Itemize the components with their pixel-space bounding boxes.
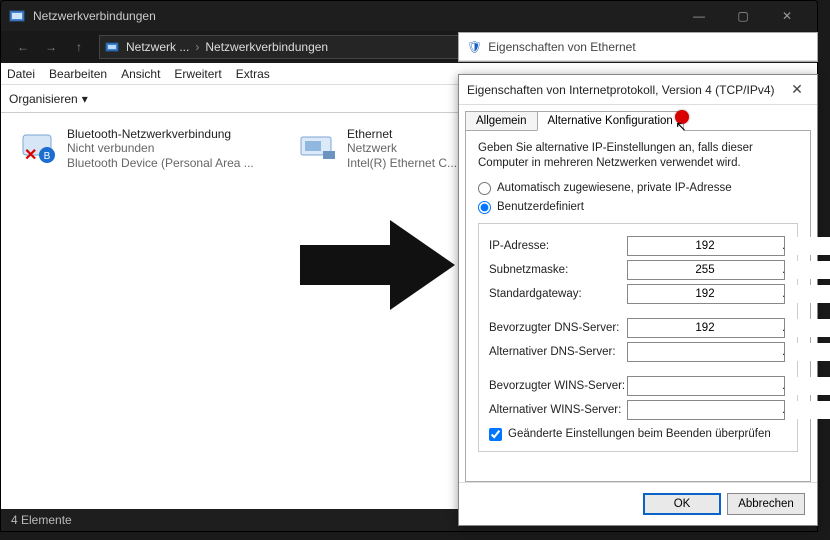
row-subnet: Subnetzmaske: . . . [489, 260, 787, 280]
row-ip: IP-Adresse: . . . [489, 236, 787, 256]
radio-auto-input[interactable] [478, 182, 491, 195]
adapter-bluetooth[interactable]: B✕ Bluetooth-Netzwerkverbindung Nicht ve… [11, 121, 291, 176]
window-title: Netzwerkverbindungen [33, 9, 156, 23]
menu-view[interactable]: Ansicht [121, 67, 160, 81]
label-subnet: Subnetzmaske: [489, 264, 627, 276]
tab-general[interactable]: Allgemein [465, 111, 538, 131]
tab-strip: Allgemein Alternative Konfiguration ↖ Ge… [459, 105, 817, 482]
label-wins1: Bevorzugter WINS-Server: [489, 380, 627, 392]
row-wins-preferred: Bevorzugter WINS-Server: . . . [489, 376, 787, 396]
window-controls: — ▢ ✕ [677, 1, 809, 31]
adapter-details: Ethernet Netzwerk Intel(R) Ethernet C... [347, 127, 457, 170]
label-ip: IP-Adresse: [489, 240, 627, 252]
close-button[interactable]: ✕ [785, 81, 809, 98]
label-dns2: Alternativer DNS-Server: [489, 346, 627, 358]
dns-preferred-input[interactable]: . . . [627, 318, 785, 338]
gateway-input[interactable]: . . . [627, 284, 785, 304]
radio-user-input[interactable] [478, 201, 491, 214]
network-settings-icon [9, 8, 25, 24]
titlebar: Netzwerkverbindungen — ▢ ✕ [1, 1, 817, 31]
close-button[interactable]: ✕ [765, 1, 809, 31]
ip-group: IP-Adresse: . . . Subnetzmaske: . . . [478, 223, 798, 452]
adapter-status: Nicht verbunden [67, 141, 254, 155]
validate-on-exit[interactable]: Geänderte Einstellungen beim Beenden übe… [489, 428, 787, 441]
ethernet-properties-window: 🛡 Eigenschaften von Ethernet [458, 32, 818, 62]
adapter-device: Intel(R) Ethernet C... [347, 156, 457, 170]
status-text: 4 Elemente [11, 513, 72, 527]
maximize-button[interactable]: ▢ [721, 1, 765, 31]
d1-oct2[interactable] [785, 319, 830, 337]
ethernet-props-titlebar: 🛡 Eigenschaften von Ethernet [459, 33, 817, 61]
subnet-mask-input[interactable]: . . . [627, 260, 785, 280]
shield-icon: 🛡 [467, 40, 482, 54]
wins-alt-input[interactable]: . . . [627, 400, 785, 420]
panel-description: Geben Sie alternative IP-Einstellungen a… [478, 141, 798, 171]
radio-user-label: Benutzerdefiniert [497, 201, 584, 213]
w1-oct1[interactable] [628, 377, 782, 395]
sn-oct1[interactable] [628, 261, 782, 279]
back-button[interactable]: ← [9, 35, 37, 59]
dns-alt-input[interactable]: . . . [627, 342, 785, 362]
row-dns-alt: Alternativer DNS-Server: . . . [489, 342, 787, 362]
ip-oct1[interactable] [628, 237, 782, 255]
adapter-device: Bluetooth Device (Personal Area ... [67, 156, 254, 170]
cancel-button[interactable]: Abbrechen [727, 493, 805, 515]
d1-oct1[interactable] [628, 319, 782, 337]
w2-oct1[interactable] [628, 401, 782, 419]
chevron-down-icon: ▾ [82, 92, 88, 106]
crumb-2[interactable]: Netzwerkverbindungen [205, 40, 328, 54]
row-gateway: Standardgateway: . . . [489, 284, 787, 304]
ethernet-props-title: Eigenschaften von Ethernet [488, 40, 635, 54]
up-button[interactable]: ↑ [65, 35, 93, 59]
gw-oct2[interactable] [785, 285, 830, 303]
organize-label: Organisieren [9, 92, 78, 106]
svg-text:B: B [44, 151, 51, 162]
row-dns-preferred: Bevorzugter DNS-Server: . . . [489, 318, 787, 338]
bluetooth-adapter-icon: B✕ [17, 127, 59, 169]
menu-extras[interactable]: Extras [236, 67, 270, 81]
tab-alt-label: Alternative Konfiguration [548, 115, 673, 127]
ip-address-input[interactable]: . . . [627, 236, 785, 256]
sn-oct2[interactable] [785, 261, 830, 279]
w1-oct2[interactable] [785, 377, 830, 395]
label-dns1: Bevorzugter DNS-Server: [489, 322, 627, 334]
dialog-title: Eigenschaften von Internetprotokoll, Ver… [467, 83, 775, 97]
ipv4-properties-dialog: Eigenschaften von Internetprotokoll, Ver… [458, 74, 818, 526]
forward-button[interactable]: → [37, 35, 65, 59]
adapter-title: Ethernet [347, 127, 457, 141]
validate-label: Geänderte Einstellungen beim Beenden übe… [508, 428, 771, 440]
radio-auto-label: Automatisch zugewiesene, private IP-Adre… [497, 182, 732, 194]
adapter-status: Netzwerk [347, 141, 457, 155]
menu-edit[interactable]: Bearbeiten [49, 67, 107, 81]
dialog-titlebar: Eigenschaften von Internetprotokoll, Ver… [459, 75, 817, 105]
alt-config-panel: Geben Sie alternative IP-Einstellungen a… [465, 130, 811, 482]
adapter-details: Bluetooth-Netzwerkverbindung Nicht verbu… [67, 127, 254, 170]
radio-user-defined[interactable]: Benutzerdefiniert [478, 201, 798, 214]
gw-oct1[interactable] [628, 285, 782, 303]
radio-auto-private[interactable]: Automatisch zugewiesene, private IP-Adre… [478, 182, 798, 195]
adapter-title: Bluetooth-Netzwerkverbindung [67, 127, 254, 141]
validate-checkbox[interactable] [489, 428, 502, 441]
svg-text:✕: ✕ [24, 147, 37, 164]
wins-preferred-input[interactable]: . . . [627, 376, 785, 396]
minimize-button[interactable]: — [677, 1, 721, 31]
crumb-1[interactable]: Netzwerk ... [126, 40, 189, 54]
network-icon [104, 39, 120, 55]
menu-advanced[interactable]: Erweitert [174, 67, 221, 81]
tab-alternative-config[interactable]: Alternative Konfiguration ↖ [537, 111, 684, 131]
label-gateway: Standardgateway: [489, 288, 627, 300]
dialog-buttons: OK Abbrechen [459, 482, 817, 525]
label-wins2: Alternativer WINS-Server: [489, 404, 627, 416]
organize-menu[interactable]: Organisieren ▾ [9, 92, 88, 106]
d2-oct2[interactable] [785, 343, 830, 361]
ethernet-adapter-icon [297, 127, 339, 169]
ok-button[interactable]: OK [643, 493, 721, 515]
d2-oct1[interactable] [628, 343, 782, 361]
ip-oct2[interactable] [785, 237, 830, 255]
menu-file[interactable]: Datei [7, 67, 35, 81]
w2-oct2[interactable] [785, 401, 830, 419]
row-wins-alt: Alternativer WINS-Server: . . . [489, 400, 787, 420]
chevron-right-icon: › [195, 40, 199, 54]
highlight-marker-icon [675, 110, 689, 124]
